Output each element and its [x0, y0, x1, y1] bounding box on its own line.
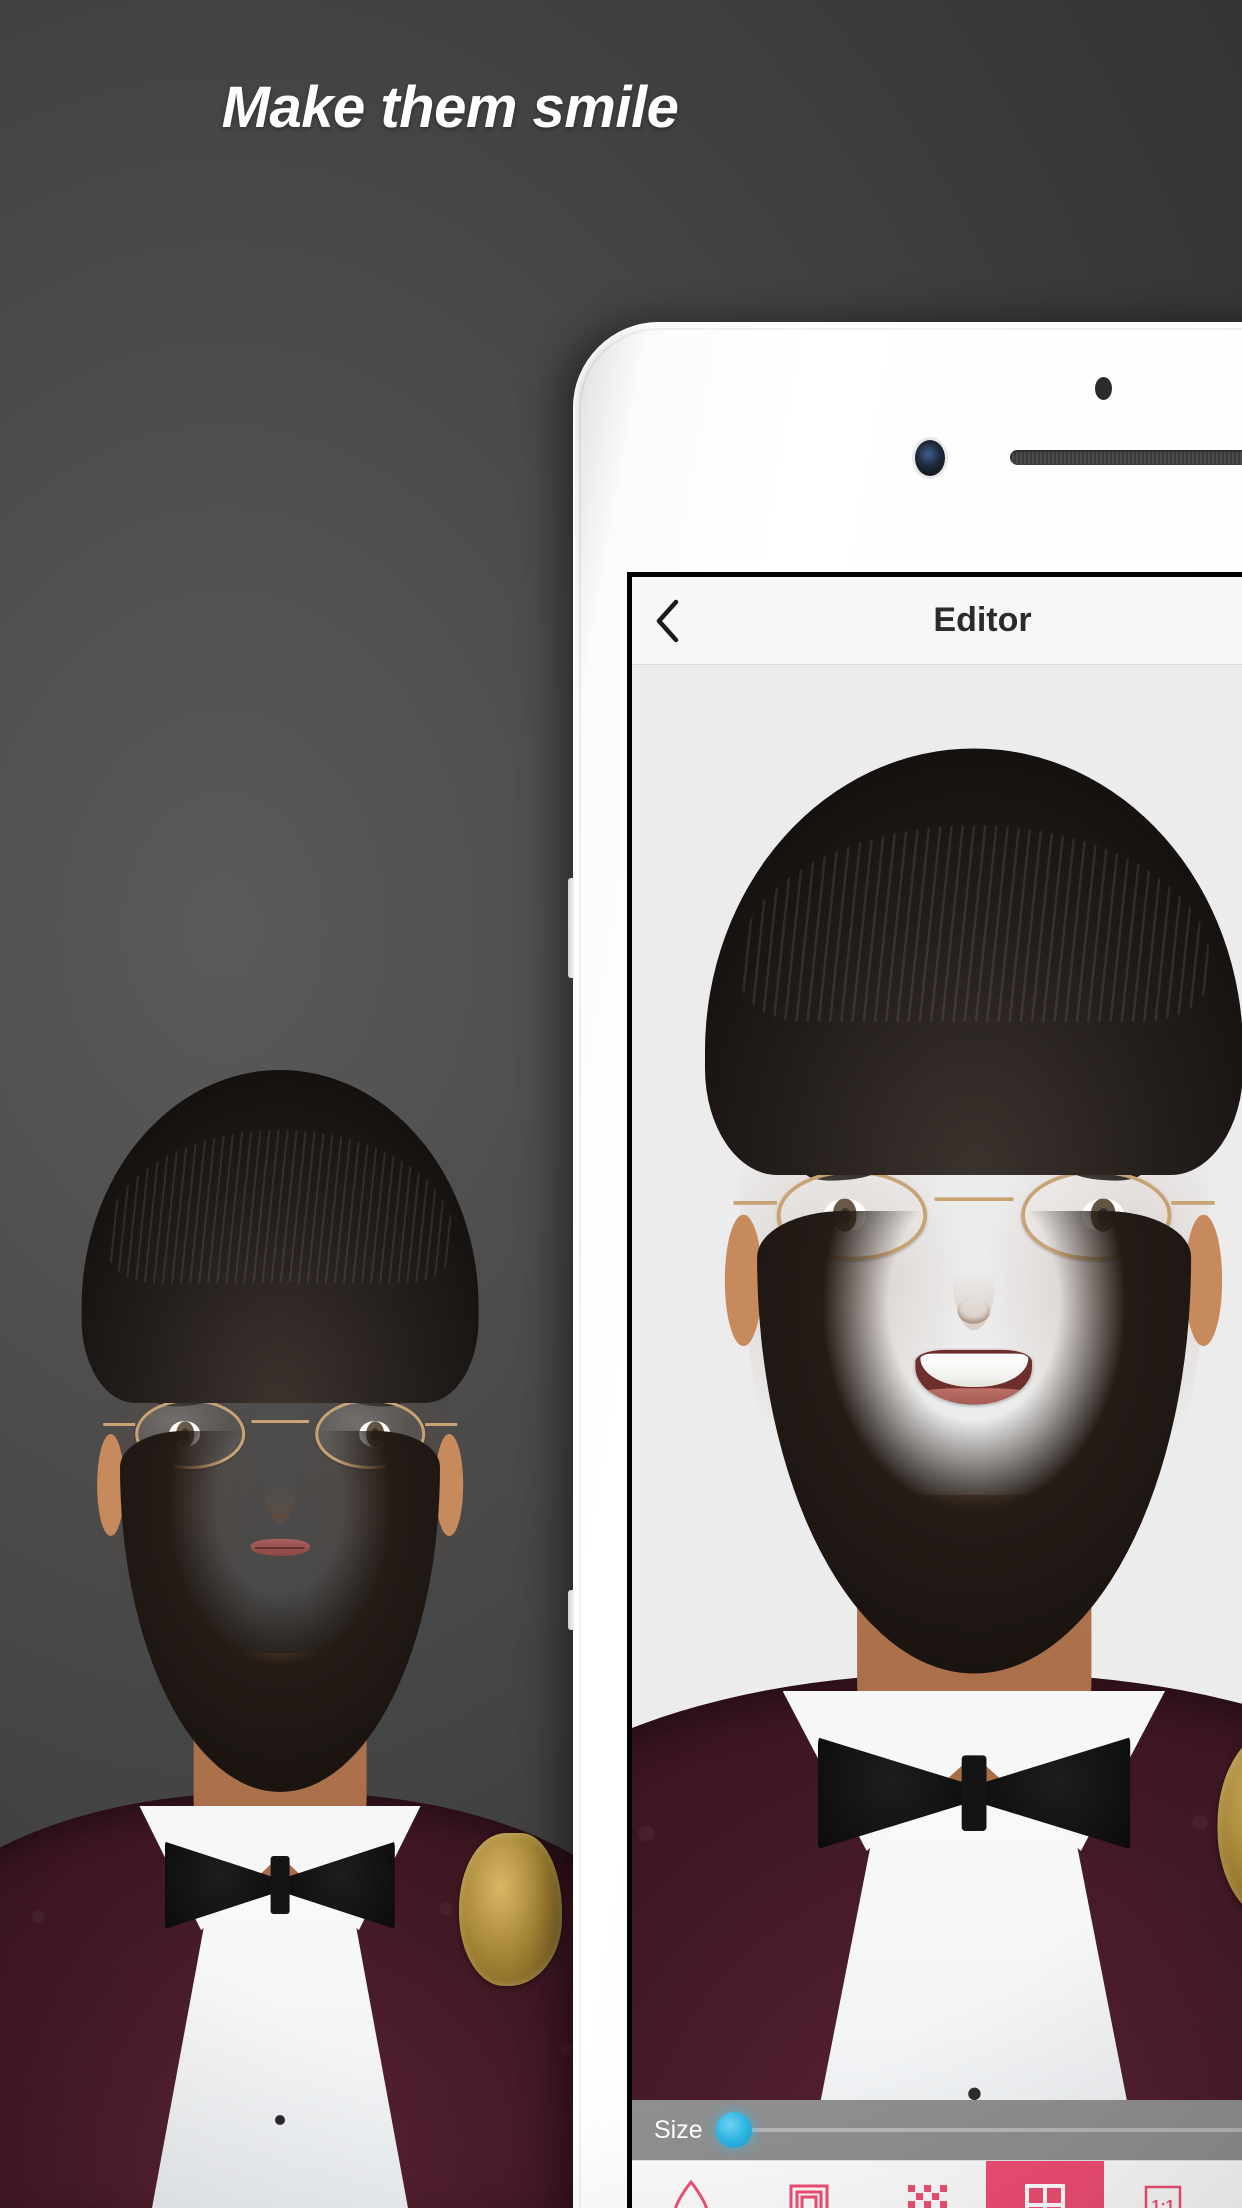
bow-tie	[817, 1727, 1131, 1860]
beard	[120, 1430, 440, 1792]
checkerboard-icon	[904, 2178, 950, 2208]
size-label: Size	[654, 2115, 703, 2144]
edited-photo	[632, 666, 1242, 2100]
nested-squares-icon	[786, 2178, 832, 2208]
svg-text:1:1: 1:1	[1151, 2198, 1174, 2208]
shirt-stud	[967, 2087, 981, 2100]
promo-stage: Make them smile Editor Size 1:1	[0, 0, 1242, 2208]
hair	[81, 1069, 479, 1403]
size-slider-row[interactable]: Size	[632, 2100, 1242, 2160]
editor-canvas[interactable]	[632, 666, 1242, 2100]
droplet-icon	[668, 2178, 714, 2208]
volume-down-button[interactable]	[568, 1590, 574, 1630]
shirt-stud	[275, 2114, 285, 2125]
front-camera-icon	[915, 440, 945, 476]
chevron-left-icon	[656, 599, 679, 642]
phone-mockup: Editor Size 1:1	[568, 322, 1242, 2208]
bow-tie	[164, 1833, 396, 1937]
toolbar-item-space[interactable]: Space	[986, 2161, 1104, 2208]
size-slider-track[interactable]	[716, 2112, 1242, 2148]
phone-screen: Editor Size 1:1	[627, 572, 1242, 2208]
before-portrait	[0, 820, 600, 2208]
hair	[704, 748, 1242, 1176]
grid-four-icon	[1022, 2178, 1068, 2208]
toolbar-item-cascade[interactable]: Cascade	[750, 2161, 868, 2208]
after-portrait	[632, 666, 1242, 2100]
toolbar-item-text[interactable]: Text	[1222, 2161, 1242, 2208]
ratio-1-1-icon: 1:1	[1140, 2178, 1186, 2208]
earpiece-speaker-icon	[1010, 450, 1242, 465]
size-slider-thumb[interactable]	[716, 2112, 753, 2148]
app-nav-bar: Editor	[632, 577, 1242, 665]
lapel-brooch	[459, 1833, 562, 1986]
nav-title: Editor	[933, 601, 1032, 639]
page-title: Make them smile	[221, 75, 679, 140]
back-button[interactable]	[632, 599, 702, 643]
editor-toolbar[interactable]: BlurCascadeBackgroundSpace1:1RatioTextFi…	[632, 2160, 1242, 2208]
toolbar-item-ratio[interactable]: 1:1Ratio	[1104, 2161, 1222, 2208]
beard	[756, 1210, 1192, 1674]
toolbar-item-blur[interactable]: Blur	[632, 2161, 750, 2208]
toolbar-item-background[interactable]: Background	[868, 2161, 986, 2208]
proximity-sensor-icon	[1095, 377, 1112, 400]
volume-up-button[interactable]	[568, 878, 574, 978]
